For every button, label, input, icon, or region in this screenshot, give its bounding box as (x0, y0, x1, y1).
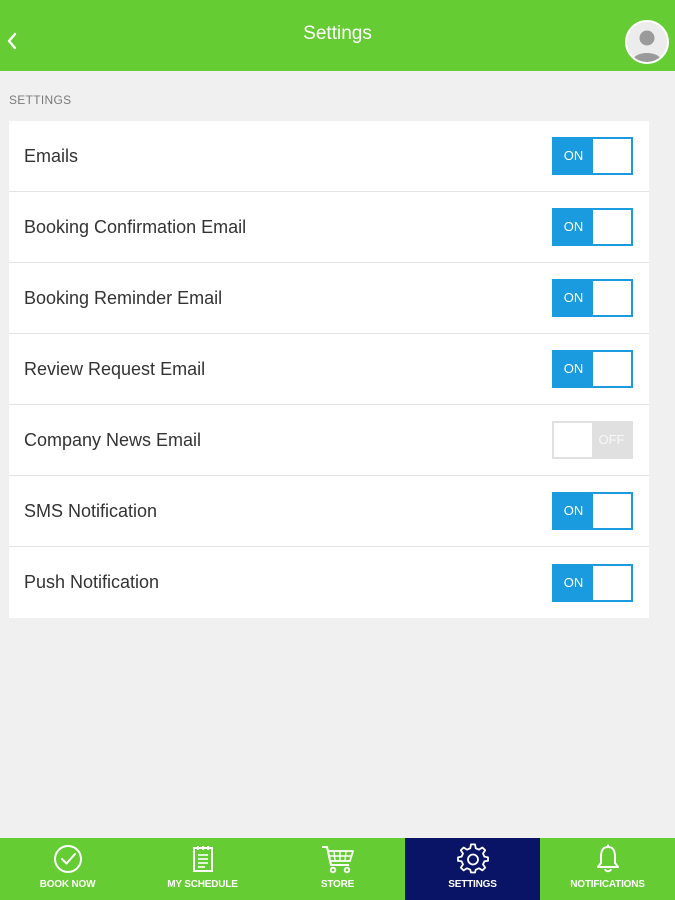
setting-label: Company News Email (24, 429, 202, 450)
tab-label: BOOK NOW (39, 879, 96, 890)
toggle-knob (593, 281, 631, 315)
setting-label: Booking Confirmation Email (24, 216, 247, 237)
tab-notifications[interactable]: NOTIFICATIONS (540, 838, 675, 900)
schedule-icon (192, 846, 213, 872)
tab-my-schedule[interactable]: MY SCHEDULE (135, 838, 270, 900)
bell-icon (596, 844, 619, 873)
user-icon (632, 30, 662, 62)
booking-confirmation-toggle[interactable]: ON (552, 208, 633, 246)
toggle-state: ON (563, 148, 584, 163)
push-toggle[interactable]: ON (552, 563, 633, 602)
setting-label: Booking Reminder Email (24, 287, 223, 308)
gear-icon (456, 843, 489, 874)
company-news-toggle[interactable]: OFF (552, 421, 633, 459)
toggle-knob (593, 139, 631, 173)
toggle-knob (593, 494, 631, 528)
toggle-knob (593, 210, 631, 244)
setting-row-booking-reminder: Booking Reminder Email ON (9, 263, 649, 334)
tab-book-now[interactable]: BOOK NOW (0, 838, 135, 900)
sms-toggle[interactable]: ON (552, 492, 633, 530)
setting-label: Push Notification (24, 572, 160, 592)
toggle-knob (593, 565, 631, 600)
setting-row-company-news: Company News Email OFF (9, 405, 649, 476)
setting-label: SMS Notification (24, 500, 158, 521)
settings-list: Emails ON Booking Confirmation Email ON … (9, 121, 649, 618)
tab-label: MY SCHEDULE (167, 879, 238, 890)
setting-row-review-request: Review Request Email ON (9, 334, 649, 405)
setting-row-push: Push Notification ON (9, 547, 649, 618)
back-button[interactable] (2, 26, 22, 56)
toggle-state: ON (563, 503, 584, 518)
setting-label: Review Request Email (24, 358, 206, 379)
page-title: Settings (303, 22, 372, 44)
chevron-left-icon (7, 32, 17, 50)
app-header: Settings (0, 0, 675, 71)
toggle-knob (554, 423, 592, 457)
toggle-state: ON (563, 574, 584, 590)
setting-row-emails: Emails ON (9, 121, 649, 192)
check-circle-icon (53, 845, 82, 873)
toggle-state: ON (563, 219, 584, 234)
toggle-state: OFF (598, 432, 625, 447)
emails-toggle[interactable]: ON (552, 137, 633, 175)
tab-store[interactable]: STORE (270, 838, 405, 900)
avatar[interactable] (625, 20, 669, 64)
section-label: SETTINGS (9, 93, 72, 107)
toggle-state: ON (563, 290, 584, 305)
booking-reminder-toggle[interactable]: ON (552, 279, 633, 317)
tab-label: NOTIFICATIONS (570, 879, 645, 890)
review-request-toggle[interactable]: ON (552, 350, 633, 388)
toggle-knob (593, 352, 631, 386)
tab-settings[interactable]: SETTINGS (405, 838, 540, 900)
setting-row-booking-confirmation: Booking Confirmation Email ON (9, 192, 649, 263)
setting-row-sms: SMS Notification ON (9, 476, 649, 547)
toggle-state: ON (563, 361, 584, 376)
bottom-tab-bar: BOOK NOW MY SCHEDULE STORE SETTINGS NOTI… (0, 838, 675, 900)
setting-label: Emails (24, 145, 79, 166)
cart-icon (321, 846, 354, 874)
tab-label: STORE (320, 879, 355, 890)
tab-label: SETTINGS (448, 879, 497, 890)
